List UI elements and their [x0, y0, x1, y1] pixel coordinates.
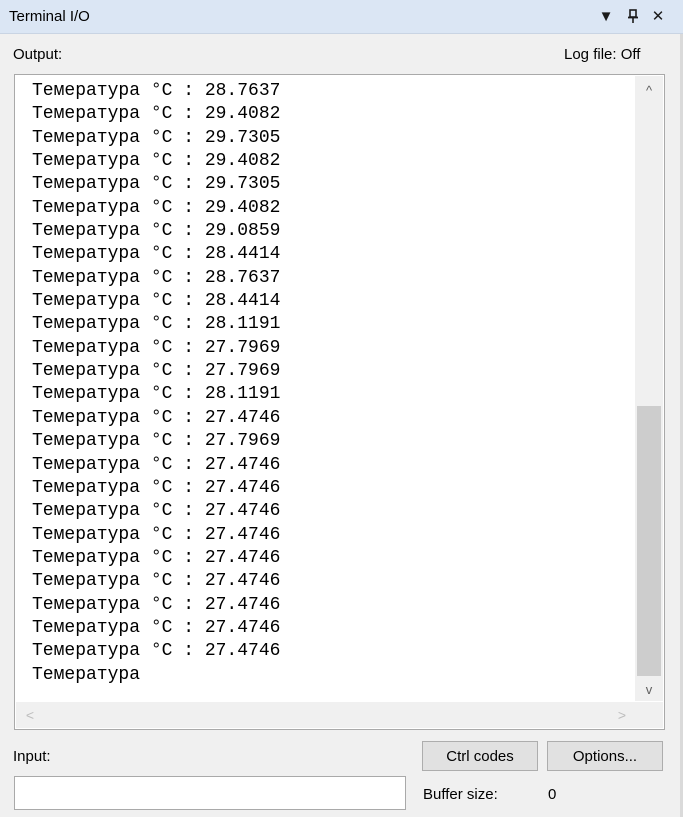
horizontal-scrollbar[interactable]: < > [16, 702, 635, 728]
output-line: Темератypa °C : 28.7637 [32, 267, 281, 288]
input-label: Input: [13, 748, 51, 765]
buffer-size-value: 0 [548, 786, 557, 803]
output-line: Темератypa °C : 27.4746 [32, 454, 281, 475]
output-line: Темератypa °C : 27.7969 [32, 361, 281, 382]
output-line: Темератypa °C : 29.7305 [32, 174, 281, 195]
scroll-up-icon[interactable]: ^ [635, 80, 663, 100]
output-line: Темератypa °C : 28.4414 [32, 244, 281, 265]
scroll-right-icon[interactable]: > [612, 702, 632, 728]
output-line: Темератypa °C : 27.4746 [32, 524, 281, 545]
output-line: Темератypa °C : 28.1191 [32, 314, 281, 335]
output-line: Темератypa °C : 27.4746 [32, 407, 281, 428]
input-field[interactable] [14, 776, 406, 810]
output-line: Темератypa °C : 27.4746 [32, 477, 281, 498]
title-bar: Terminal I/O ▼ ✕ [0, 0, 683, 34]
pin-icon[interactable] [623, 5, 643, 27]
options-button[interactable]: Options... [547, 741, 663, 771]
close-icon[interactable]: ✕ [648, 5, 668, 27]
output-label: Output: [13, 46, 63, 63]
output-line: Темератypa °C : 27.7969 [32, 431, 281, 452]
output-line: Темератypa °C : 28.7637 [32, 81, 281, 101]
output-line: Темератypa °C : 27.4746 [32, 617, 281, 638]
output-line: Темератypa °C : 28.1191 [32, 384, 281, 405]
output-line: Темератypa °C : 27.4746 [32, 594, 281, 615]
scroll-left-icon[interactable]: < [20, 702, 40, 728]
output-line: Темератypa °C : 27.4746 [32, 547, 281, 568]
dropdown-icon[interactable]: ▼ [596, 5, 616, 27]
output-line: Темератypa [32, 664, 141, 685]
output-line: Темератypa °C : 29.0859 [32, 221, 281, 242]
output-text: Темератypa °C : 28.7637 Темератypa °C : 2… [32, 80, 280, 687]
output-line: Темератypa °C : 29.4082 [32, 197, 281, 218]
scroll-corner [635, 702, 663, 728]
scroll-down-icon[interactable]: v [635, 679, 663, 699]
window-title: Terminal I/O [9, 8, 90, 25]
output-line: Темератypa °C : 29.4082 [32, 104, 281, 125]
buffer-size-label: Buffer size: [423, 786, 498, 803]
vertical-scrollbar[interactable]: ^ v [635, 76, 663, 701]
output-line: Темератypa °C : 27.4746 [32, 641, 281, 662]
ctrl-codes-button[interactable]: Ctrl codes [422, 741, 538, 771]
output-line: Темератypa °C : 29.4082 [32, 151, 281, 172]
output-line: Темератypa °C : 28.4414 [32, 291, 281, 312]
output-line: Темератypa °C : 27.4746 [32, 501, 281, 522]
output-line: Темератypa °C : 27.4746 [32, 571, 281, 592]
output-line: Темератypa °C : 29.7305 [32, 127, 281, 148]
output-line: Темератypa °C : 27.7969 [32, 337, 281, 358]
log-file-status: Log file: Off [564, 46, 641, 63]
scroll-thumb[interactable] [637, 406, 661, 676]
output-panel[interactable]: Темератypa °C : 28.7637 Темератypa °C : 2… [14, 74, 665, 730]
pin-glyph [628, 9, 638, 23]
